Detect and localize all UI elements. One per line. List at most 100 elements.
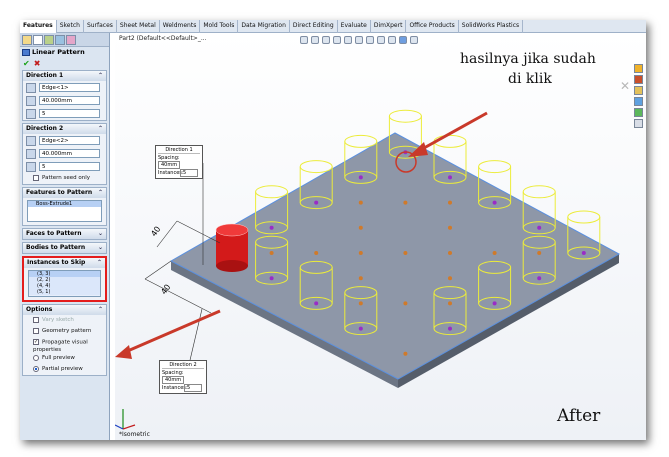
pattern-center-dot (358, 301, 363, 306)
faces-section: Faces to Pattern ⌄ (22, 228, 107, 240)
pattern-center-dot (537, 251, 542, 255)
spacing1-icon (26, 95, 36, 106)
cancel-x-icon[interactable]: ✖ (34, 59, 41, 68)
expand-icon[interactable]: ⌄ (98, 229, 103, 239)
tab-direct-editing[interactable]: Direct Editing (290, 20, 338, 33)
geometry-pattern-checkbox[interactable] (33, 327, 39, 334)
reverse-direction1-button[interactable] (26, 82, 36, 93)
display-manager-icon[interactable] (66, 34, 76, 45)
graphics-area[interactable]: Part2 (Default<<Default>_... 40 40 Direc… (115, 33, 646, 440)
instances2-icon (26, 161, 36, 172)
tab-sheet-metal[interactable]: Sheet Metal (117, 20, 160, 33)
full-preview-option[interactable]: Full preview (23, 353, 106, 364)
tab-weldments[interactable]: Weldments (160, 20, 201, 33)
cylinder-top-edge (299, 160, 333, 174)
skip-item[interactable]: (5, 1) (29, 289, 100, 295)
pattern-seed-only-checkbox[interactable] (33, 174, 39, 181)
linear-pattern-icon (22, 49, 30, 56)
skip-header-text: Instances to Skip (27, 259, 86, 266)
options-header[interactable]: Options ⌃ (23, 305, 106, 315)
geometry-pattern-option[interactable]: Geometry pattern (23, 326, 106, 337)
callout1-instances-label: Instances: (158, 170, 184, 176)
vary-sketch-label: Vary sketch (42, 317, 74, 323)
expand-icon[interactable]: ⌄ (98, 243, 103, 253)
instances-to-skip-section: Instances to Skip ⌃ (3, 3) (2, 2) (4, 4) … (22, 256, 107, 302)
skip-list[interactable]: (3, 3) (2, 2) (4, 4) (5, 1) (28, 270, 101, 297)
features-list-item[interactable]: Boss-Extrude1 (28, 201, 101, 207)
pattern-center-dot (492, 200, 497, 205)
features-list[interactable]: Boss-Extrude1 (27, 200, 102, 222)
pattern-center-dot (403, 301, 408, 306)
collapse-icon[interactable]: ⌃ (98, 305, 103, 315)
direction1-header[interactable]: Direction 1 ⌃ (23, 71, 106, 81)
dimension-label-1: 40 (149, 225, 162, 239)
bodies-header[interactable]: Bodies to Pattern ⌄ (23, 243, 106, 253)
tab-solidworks-plastics[interactable]: SolidWorks Plastics (459, 20, 524, 33)
tab-dimxpert[interactable]: DimXpert (371, 20, 407, 33)
collapse-icon[interactable]: ⌃ (98, 188, 103, 198)
pattern-center-dot (358, 225, 363, 230)
seed-feature[interactable] (215, 223, 249, 272)
tab-mold-tools[interactable]: Mold Tools (200, 20, 239, 33)
pattern-center-dot (448, 251, 452, 255)
pattern-center-dot (448, 276, 452, 281)
direction1-callout[interactable]: Direction 1 Spacing:40mm Instances:5 (155, 145, 203, 179)
direction2-edge-field[interactable]: Edge<2> (39, 136, 100, 145)
collapse-icon[interactable]: ⌃ (98, 124, 103, 134)
geometry-pattern-label: Geometry pattern (42, 328, 92, 334)
tab-sketch[interactable]: Sketch (57, 20, 84, 33)
pattern-center-dot (269, 225, 274, 230)
pattern-seed-only-option[interactable]: Pattern seed only (23, 173, 106, 184)
pattern-center-dot (314, 251, 319, 255)
direction2-header[interactable]: Direction 2 ⌃ (23, 124, 106, 134)
partial-preview-radio[interactable] (33, 365, 39, 372)
pattern-center-dot (403, 200, 408, 205)
pattern-center-dot (492, 251, 497, 255)
seed-cylinder-bottom (216, 260, 248, 272)
direction2-instances-field[interactable]: 5 (39, 162, 100, 171)
direction1-edge-field[interactable]: Edge<1> (39, 83, 100, 92)
tab-office-products[interactable]: Office Products (406, 20, 459, 33)
tab-evaluate[interactable]: Evaluate (338, 20, 371, 33)
faces-header-text: Faces to Pattern (26, 230, 82, 237)
callout1-spacing-value[interactable]: 40mm (158, 161, 181, 169)
pattern-center-dot (358, 175, 363, 180)
propagate-checkbox[interactable]: ✓ (33, 339, 39, 345)
callout2-instances-value[interactable]: 5 (184, 384, 202, 392)
collapse-icon[interactable]: ⌃ (97, 258, 102, 268)
tab-features[interactable]: Features (20, 20, 57, 33)
direction1-spacing-field[interactable]: 40.000mm (39, 96, 100, 105)
close-x-icon[interactable]: ✕ (620, 79, 630, 93)
pattern-center-dot (448, 175, 452, 180)
callout1-instances-value[interactable]: 5 (180, 169, 198, 177)
features-header[interactable]: Features to Pattern ⌃ (23, 188, 106, 198)
feature-manager-icon[interactable] (22, 34, 32, 45)
tab-data-migration[interactable]: Data Migration (238, 20, 290, 33)
options-header-text: Options (26, 306, 53, 313)
direction1-instances-field[interactable]: 5 (39, 109, 100, 118)
property-manager-icon[interactable] (33, 34, 43, 45)
bodies-section: Bodies to Pattern ⌄ (22, 242, 107, 254)
direction2-spacing-field[interactable]: 40.000mm (39, 149, 100, 158)
ok-check-icon[interactable]: ✔ (23, 59, 30, 68)
cylinder-top-edge (478, 160, 512, 174)
dimxpert-manager-icon[interactable] (55, 34, 65, 45)
faces-header[interactable]: Faces to Pattern ⌄ (23, 229, 106, 239)
propagate-label: Propagate visual properties (33, 339, 88, 353)
partial-preview-option[interactable]: Partial preview (23, 364, 106, 375)
annotation-arrow-left (122, 309, 221, 355)
skip-header[interactable]: Instances to Skip ⌃ (24, 258, 105, 268)
callout2-spacing-value[interactable]: 40mm (162, 376, 185, 384)
propagate-option[interactable]: ✓ Propagate visual properties (23, 337, 106, 353)
pattern-center-dot (448, 301, 452, 306)
collapse-icon[interactable]: ⌃ (98, 71, 103, 81)
pattern-center-dot (358, 326, 363, 331)
direction2-section: Direction 2 ⌃ Edge<2> 40.000mm 5 Pattern … (22, 123, 107, 185)
full-preview-radio[interactable] (33, 354, 39, 361)
configuration-manager-icon[interactable] (44, 34, 54, 45)
direction2-callout[interactable]: Direction 2 Spacing:40mm Instances:5 (159, 360, 207, 394)
tab-surfaces[interactable]: Surfaces (84, 20, 117, 33)
pattern-center-dot (448, 200, 452, 205)
pattern-center-dot (358, 251, 363, 255)
reverse-direction2-button[interactable] (26, 135, 36, 146)
